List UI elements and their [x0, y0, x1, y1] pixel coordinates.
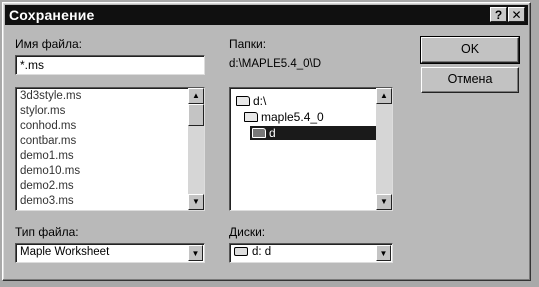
scroll-up-arrow-icon[interactable]: ▲	[188, 88, 204, 104]
file-list-item[interactable]: demo2.ms	[20, 180, 74, 192]
folder-item-root[interactable]: d:\	[236, 94, 266, 108]
drive-icon	[234, 247, 248, 256]
title-bar: Сохранение ? ✕	[5, 5, 528, 25]
file-list-item[interactable]: contbar.ms	[20, 135, 76, 147]
drives-label: Диски:	[229, 225, 266, 239]
drives-value: d: d	[252, 246, 272, 258]
file-name-input[interactable]: *.ms	[15, 55, 205, 75]
file-list-item[interactable]: demo10.ms	[20, 165, 80, 177]
folder-item-maple[interactable]: maple5.4_0	[244, 110, 324, 124]
file-type-label: Тип файла:	[15, 225, 79, 239]
file-list-item[interactable]: demo3.ms	[20, 195, 74, 207]
file-list[interactable]: 3d3style.ms stylor.ms conhod.ms contbar.…	[15, 87, 205, 211]
help-button[interactable]: ?	[490, 7, 507, 22]
file-list-item[interactable]: 3d3style.ms	[20, 90, 81, 102]
save-dialog: Сохранение ? ✕ Имя файла: *.ms 3d3style.…	[2, 2, 531, 281]
file-name-value: *.ms	[20, 58, 44, 72]
ok-button[interactable]: OK	[420, 36, 520, 64]
file-list-item[interactable]: stylor.ms	[20, 105, 65, 117]
current-folder-path: d:\MAPLE5.4_0\D	[229, 58, 322, 70]
dialog-title: Сохранение	[9, 7, 95, 23]
file-list-item[interactable]: demo1.ms	[20, 150, 74, 162]
scroll-down-arrow-icon[interactable]: ▼	[188, 194, 204, 210]
open-folder-icon	[236, 96, 250, 106]
scroll-thumb[interactable]	[188, 104, 204, 126]
file-type-value: Maple Worksheet	[20, 246, 110, 258]
folder-tree[interactable]: d:\ maple5.4_0 d ▲ ▼	[229, 87, 393, 211]
scroll-down-arrow-icon[interactable]: ▼	[376, 194, 392, 210]
file-list-item[interactable]: conhod.ms	[20, 120, 76, 132]
open-folder-icon	[244, 112, 258, 122]
open-folder-icon	[252, 128, 266, 138]
folder-item-d[interactable]: d	[250, 126, 376, 140]
chevron-down-icon[interactable]: ▼	[188, 245, 203, 261]
close-button[interactable]: ✕	[508, 7, 525, 22]
drives-select[interactable]: d: d ▼	[229, 243, 393, 263]
file-name-label: Имя файла:	[15, 37, 82, 51]
cancel-button[interactable]: Отмена	[421, 67, 519, 93]
file-list-scrollbar[interactable]: ▲ ▼	[188, 88, 204, 210]
folders-label: Папки:	[229, 37, 267, 51]
file-type-select[interactable]: Maple Worksheet ▼	[15, 243, 205, 263]
scroll-up-arrow-icon[interactable]: ▲	[376, 88, 392, 104]
chevron-down-icon[interactable]: ▼	[376, 245, 391, 261]
folder-tree-scrollbar[interactable]: ▲ ▼	[376, 88, 392, 210]
